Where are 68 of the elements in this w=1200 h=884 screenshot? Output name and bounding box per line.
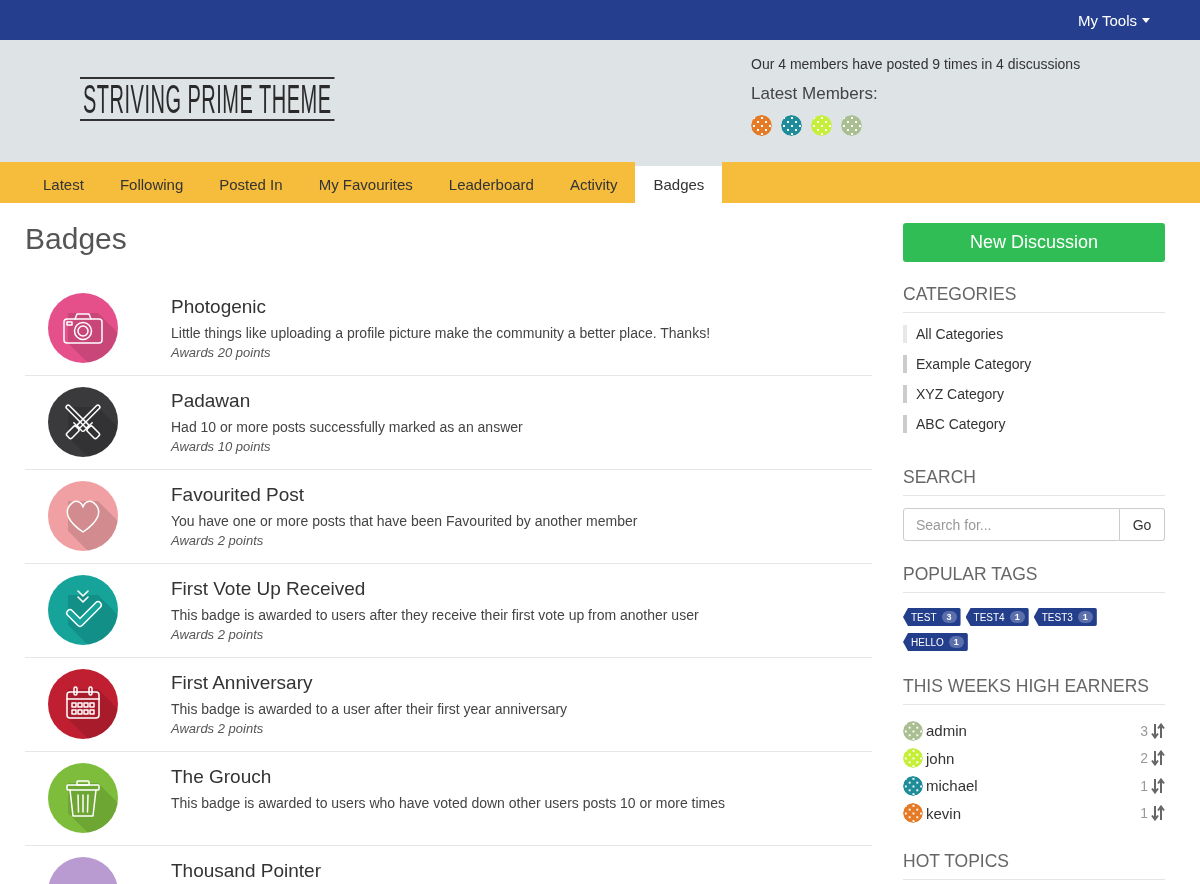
sort-arrows-icon bbox=[1151, 805, 1165, 822]
badge-title: Padawan bbox=[171, 389, 252, 413]
badge-title: Photogenic bbox=[171, 295, 268, 319]
site-logo[interactable]: STRIVING PRIME THEME bbox=[80, 77, 335, 121]
nav-tab[interactable]: Badges bbox=[635, 162, 723, 203]
badge-points: Awards 2 points bbox=[171, 532, 265, 550]
avatar-icon[interactable] bbox=[903, 775, 923, 796]
badge-description: This badge is awarded to users after they receive their first vote up from another user bbox=[171, 606, 699, 625]
nav-tab[interactable]: Activity bbox=[551, 162, 636, 203]
tag-count: 1 bbox=[948, 636, 964, 648]
section-heading: HOT TOPICS bbox=[903, 849, 1165, 880]
section-heading: THIS WEEKS HIGH EARNERS bbox=[903, 674, 1165, 705]
user-link[interactable]: admin bbox=[926, 722, 967, 740]
nav-tab[interactable]: Following bbox=[101, 162, 202, 203]
user-link[interactable]: kevin bbox=[926, 804, 962, 822]
badge-title: The Grouch bbox=[171, 765, 273, 789]
section-heading: CATEGORIES bbox=[903, 282, 1165, 313]
tag-link[interactable]: TEST3 1 bbox=[1033, 608, 1097, 626]
section-heading: SEARCH bbox=[903, 465, 1165, 496]
badge-description: Little things like uploading a profile picture make the community a better place. Thanks! bbox=[171, 324, 711, 343]
latest-members-label: Latest Members: bbox=[751, 83, 878, 105]
badge-description: This badge is awarded to a user after their first year anniversary bbox=[171, 700, 568, 719]
my-tools-menu[interactable]: My Tools bbox=[1078, 0, 1150, 40]
user-link[interactable]: michael bbox=[926, 777, 978, 795]
avatar-icon[interactable] bbox=[903, 720, 923, 741]
tag-count: 1 bbox=[1077, 611, 1093, 623]
go-button[interactable]: Go bbox=[1120, 508, 1165, 541]
category-link[interactable]: Example Category bbox=[916, 356, 1032, 372]
tag-count: 1 bbox=[1009, 611, 1025, 623]
nav-tab[interactable]: My Favourites bbox=[300, 162, 431, 203]
points-count: 1 bbox=[1140, 805, 1148, 822]
nav-tab[interactable]: Latest bbox=[25, 162, 102, 203]
avatar-icon[interactable] bbox=[903, 803, 923, 824]
caret-icon bbox=[1142, 17, 1150, 23]
badge-points: Awards 2 points bbox=[171, 626, 265, 644]
avatar-icon[interactable] bbox=[841, 115, 862, 136]
user-link[interactable]: john bbox=[926, 749, 955, 767]
sort-arrows-icon bbox=[1151, 750, 1165, 767]
badge-description: You have one or more posts that have been Favourited by another member bbox=[171, 512, 638, 531]
badge-description: Had 10 or more posts successfully marked as an answer bbox=[171, 418, 523, 437]
tag-link[interactable]: TEST 3 bbox=[903, 608, 961, 626]
search-field[interactable]: Search for... bbox=[903, 508, 1120, 541]
forum-stats: Our 4 members have posted 9 times in 4 discussions bbox=[751, 55, 1081, 74]
nav-tab[interactable]: Posted In bbox=[201, 162, 301, 203]
badge-description: This badge is awarded to users who have voted down other users posts 10 or more times bbox=[171, 794, 726, 813]
badge-title: First Vote Up Received bbox=[171, 577, 367, 601]
sort-arrows-icon bbox=[1151, 777, 1165, 794]
badge-title: First Anniversary bbox=[171, 671, 314, 695]
category-link[interactable]: XYZ Category bbox=[916, 386, 1004, 402]
badge-points: Awards 2 points bbox=[171, 720, 265, 738]
avatar-icon[interactable] bbox=[751, 115, 772, 136]
category-link[interactable]: ABC Category bbox=[916, 416, 1006, 432]
section-heading: POPULAR TAGS bbox=[903, 562, 1165, 593]
badge-title: Favourited Post bbox=[171, 483, 306, 507]
badge-points: Awards 20 points bbox=[171, 344, 272, 362]
page-title: Badges bbox=[25, 221, 128, 257]
tag-count: 3 bbox=[941, 611, 957, 623]
badge-points: Awards 10 points bbox=[171, 438, 272, 456]
points-count: 1 bbox=[1140, 777, 1148, 794]
tag-link[interactable]: TEST4 1 bbox=[965, 608, 1029, 626]
points-count: 3 bbox=[1140, 722, 1148, 739]
points-count: 2 bbox=[1140, 750, 1148, 767]
sort-arrows-icon bbox=[1151, 722, 1165, 739]
nav-tab[interactable]: Leaderboard bbox=[430, 162, 552, 203]
tag-link[interactable]: HELLO 1 bbox=[903, 633, 968, 651]
badge-title: Thousand Pointer bbox=[171, 859, 321, 883]
avatar-icon[interactable] bbox=[781, 115, 802, 136]
category-link[interactable]: All Categories bbox=[916, 326, 1004, 342]
